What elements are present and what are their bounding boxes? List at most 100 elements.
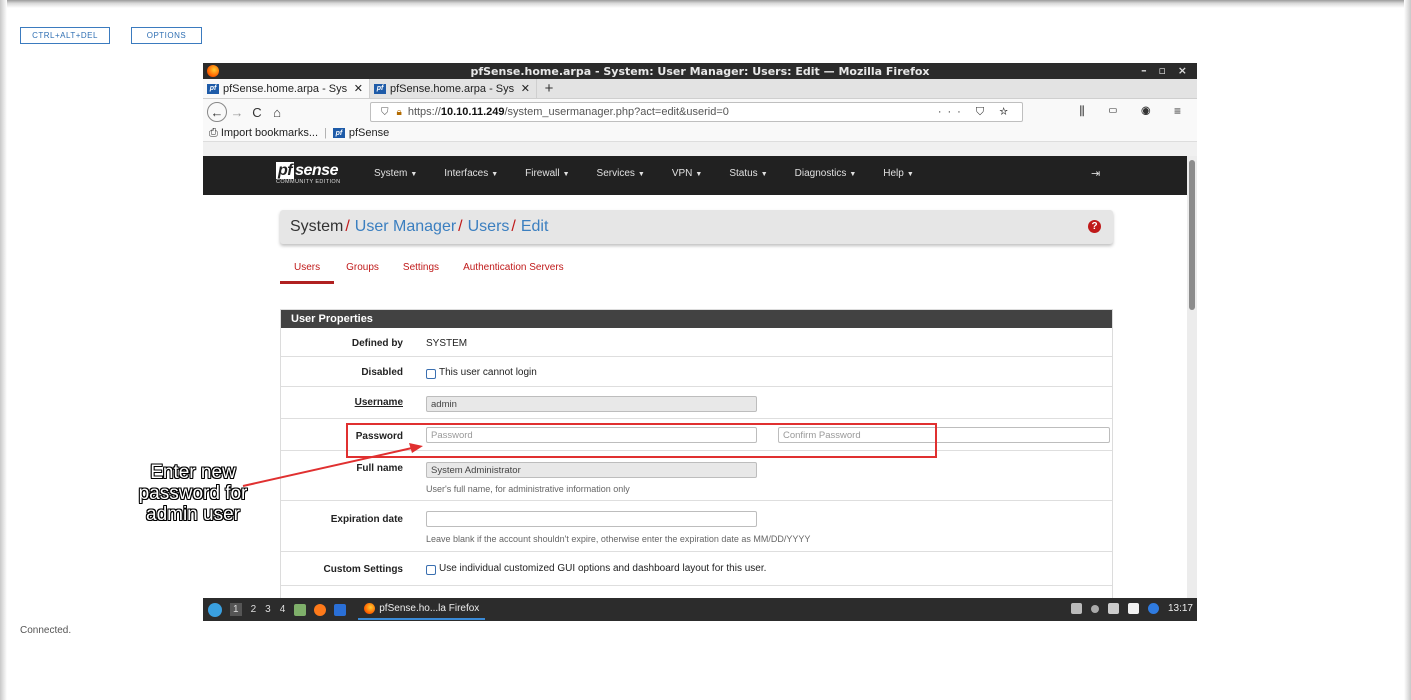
forward-icon[interactable]: → (227, 102, 247, 122)
row-full-name: Full name System Administrator User's fu… (281, 451, 1112, 501)
bookmarks-bar: ⎙ Import bookmarks... | pf pfSense (203, 125, 1197, 142)
pfsense-navbar: pf sense COMMUNITY EDITION System ▼ Interf… (203, 156, 1197, 195)
close-tab-icon[interactable]: ✕ (521, 82, 530, 95)
right-edge (1404, 0, 1411, 700)
notification-icon[interactable] (1147, 603, 1159, 614)
defined-by-value: SYSTEM (426, 338, 468, 349)
clipboard-icon[interactable] (1070, 603, 1082, 614)
file-manager-icon[interactable] (294, 603, 307, 616)
page-actions-icons[interactable]: ··· ⛉ ☆ (938, 106, 1014, 119)
pfsense-bookmark[interactable]: pfSense (349, 127, 389, 139)
full-name-field[interactable]: System Administrator (426, 462, 757, 478)
pfsense-favicon: pf (332, 128, 345, 138)
annotation-callout: Enter new password for admin user (138, 462, 248, 525)
menu-help[interactable]: Help ▼ (883, 168, 914, 179)
options-button[interactable]: OPTIONS (131, 27, 202, 44)
taskbar-firefox-task[interactable]: pfSense.ho...la Firefox (358, 599, 486, 620)
row-expiration: Expiration date Leave blank if the accou… (281, 501, 1112, 552)
back-icon[interactable]: ← (207, 102, 227, 122)
insecure-lock-icon[interactable]: 🔒︎ (397, 107, 402, 118)
breadcrumb-root: System (290, 218, 344, 235)
panel-title: User Properties (281, 310, 1112, 328)
menu-status[interactable]: Status ▼ (729, 168, 767, 179)
ctrl-alt-del-button[interactable]: CTRL+ALT+DEL (20, 27, 110, 44)
defined-by-label: Defined by (351, 338, 403, 349)
workspace-3[interactable]: 3 (265, 604, 271, 615)
tracking-shield-icon[interactable]: ⛉ (381, 107, 389, 118)
username-field[interactable]: admin (426, 396, 757, 412)
custom-settings-checkbox[interactable] (426, 565, 436, 575)
password-highlight-box (346, 423, 937, 458)
window-titlebar: pfSense.home.arpa - System: User Manager… (203, 63, 1197, 79)
pfsense-favicon: pf (374, 83, 386, 94)
start-menu-icon[interactable] (208, 602, 222, 617)
expiration-label: Expiration date (330, 514, 403, 525)
disabled-checkbox[interactable] (426, 369, 436, 379)
disabled-label: Disabled (361, 367, 403, 378)
nav-bar: ← → C ⌂ ⛉ 🔒︎ https://10.10.11.249/system… (203, 99, 1197, 125)
row-username: Username admin (281, 387, 1112, 419)
notes-icon[interactable] (1127, 603, 1139, 614)
row-disabled: Disabled This user cannot login (281, 357, 1112, 387)
tab-settings[interactable]: Settings (391, 262, 451, 284)
home-icon[interactable]: ⌂ (267, 102, 287, 122)
tab-strip: pf pfSense.home.arpa - Sys ✕ pf pfSense.… (203, 79, 1197, 99)
volume-icon[interactable] (1090, 604, 1099, 613)
logout-icon[interactable]: ⇥ (1091, 167, 1100, 180)
custom-settings-text: Use individual customized GUI options an… (439, 563, 767, 574)
browser-tab-1[interactable]: pf pfSense.home.arpa - Sys ✕ (203, 79, 370, 98)
browser-tab-2[interactable]: pf pfSense.home.arpa - Sys ✕ (370, 79, 537, 98)
page: CTRL+ALT+DEL OPTIONS Connected. pfSense.… (0, 0, 1411, 700)
breadcrumb-edit[interactable]: Edit (521, 218, 549, 236)
menu-interfaces[interactable]: Interfaces ▼ (444, 168, 498, 179)
workspace-4[interactable]: 4 (280, 604, 286, 615)
breadcrumb-user-manager[interactable]: User Manager (355, 218, 456, 236)
workspace-2[interactable]: 2 (251, 604, 257, 615)
breadcrumb: System / User Manager / Users / Edit ? (280, 210, 1113, 244)
connection-status: Connected. (20, 625, 72, 636)
menu-vpn[interactable]: VPN ▼ (672, 168, 703, 179)
full-name-label: Full name (356, 463, 403, 474)
page-viewport: pf sense COMMUNITY EDITION System ▼ Interf… (203, 156, 1197, 598)
toolbar-right-icons[interactable]: ⫼ ▭ ◉ ≡ (1079, 104, 1191, 119)
expiration-input[interactable] (426, 511, 757, 527)
display-icon[interactable] (1107, 603, 1119, 614)
new-tab-button[interactable]: + (537, 79, 561, 98)
firefox-launcher-icon[interactable] (314, 603, 327, 616)
custom-settings-label: Custom Settings (323, 564, 403, 575)
page-scrollbar[interactable] (1187, 156, 1197, 598)
pfsense-logo[interactable]: pf sense COMMUNITY EDITION (276, 162, 340, 185)
tab-title: pfSense.home.arpa - Sys (390, 82, 515, 95)
close-tab-icon[interactable]: ✕ (354, 82, 363, 95)
help-icon[interactable]: ? (1088, 220, 1101, 233)
menu-firewall[interactable]: Firewall ▼ (525, 168, 569, 179)
tab-users[interactable]: Users (280, 262, 335, 284)
expiration-help: Leave blank if the account shouldn't exp… (426, 534, 811, 544)
window-controls[interactable]: – ▫ × (1141, 64, 1191, 77)
bookmark-separator: | (324, 127, 327, 139)
pfsense-menu: System ▼ Interfaces ▼ Firewall ▼ Services ▼ … (374, 168, 941, 179)
import-bookmarks-link[interactable]: Import bookmarks... (221, 127, 318, 139)
window-title: pfSense.home.arpa - System: User Manager… (470, 64, 930, 78)
folder-icon[interactable] (334, 603, 347, 616)
row-defined-by: Defined by SYSTEM (281, 328, 1112, 357)
disabled-text: This user cannot login (439, 367, 537, 378)
pfsense-favicon: pf (207, 83, 219, 94)
tab-authentication-servers[interactable]: Authentication Servers (451, 262, 576, 284)
url-text[interactable]: https://10.10.11.249/system_usermanager.… (408, 106, 729, 118)
import-icon: ⎙ (209, 126, 218, 139)
menu-services[interactable]: Services ▼ (597, 168, 645, 179)
system-tray: 13:17 (1062, 603, 1193, 614)
menu-system[interactable]: System ▼ (374, 168, 417, 179)
user-manager-tabs: Users Groups Settings Authentication Ser… (280, 262, 576, 284)
taskbar: 1 2 3 4 pfSense.ho...la Firefox 13:17 (203, 598, 1197, 621)
url-bar[interactable]: ⛉ 🔒︎ https://10.10.11.249/system_userman… (370, 102, 1023, 122)
scrollbar-thumb[interactable] (1189, 160, 1195, 310)
workspace-1[interactable]: 1 (230, 603, 242, 616)
tab-groups[interactable]: Groups (334, 262, 391, 284)
reload-icon[interactable]: C (247, 102, 267, 122)
row-custom-settings: Custom Settings Use individual customize… (281, 552, 1112, 586)
remote-desktop[interactable]: pfSense.home.arpa - System: User Manager… (203, 63, 1197, 621)
breadcrumb-users[interactable]: Users (468, 218, 510, 236)
menu-diagnostics[interactable]: Diagnostics ▼ (795, 168, 857, 179)
